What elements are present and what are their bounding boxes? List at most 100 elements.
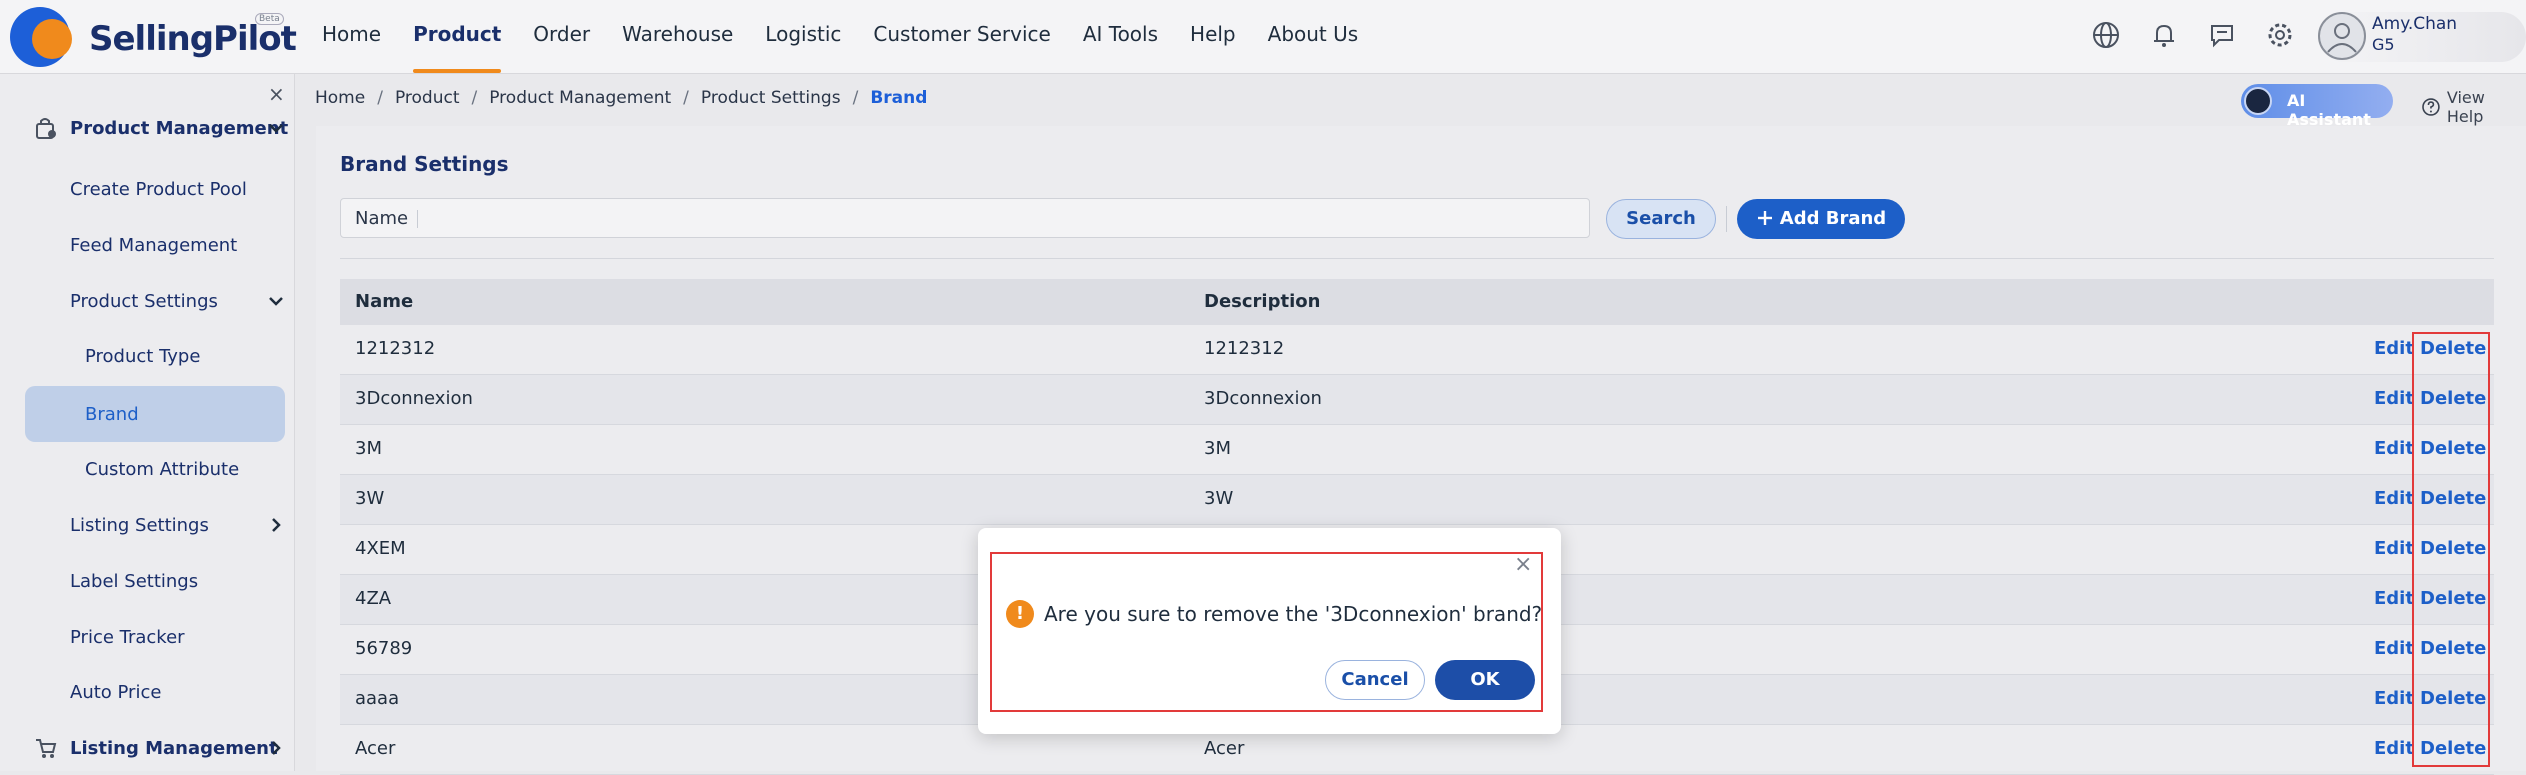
cell-description: 3W <box>1204 488 1234 509</box>
sidebar-item-custom-attribute[interactable]: Custom Attribute <box>0 445 294 493</box>
cart-icon <box>36 739 57 758</box>
sidebar-item-price-tracker[interactable]: Price Tracker <box>0 613 294 661</box>
ai-assistant-label: AI Assistant <box>2287 91 2371 129</box>
add-brand-button[interactable]: Add Brand <box>1737 199 1905 239</box>
sidebar-label: Feed Management <box>70 234 238 256</box>
breadcrumb-product-management[interactable]: Product Management <box>489 88 671 108</box>
cell-description: 3Dconnexion <box>1204 388 1322 409</box>
sidebar-label: Custom Attribute <box>85 458 240 480</box>
name-filter-input[interactable] <box>425 203 1579 235</box>
cell-name: 56789 <box>355 638 413 659</box>
user-menu[interactable]: Amy.Chan G5 <box>2318 12 2526 62</box>
breadcrumb-separator: / <box>471 88 478 108</box>
edit-link[interactable]: Edit <box>2374 488 2414 509</box>
edit-link[interactable]: Edit <box>2374 338 2414 359</box>
cell-name: 3M <box>355 438 382 459</box>
cancel-button[interactable]: Cancel <box>1325 660 1425 700</box>
nav-help[interactable]: Help <box>1174 0 1252 73</box>
nav-logistic[interactable]: Logistic <box>749 0 857 73</box>
chevron-down-icon <box>269 297 283 306</box>
delete-column-annotation <box>2412 332 2490 767</box>
sidebar-label: Price Tracker <box>70 626 185 648</box>
cell-name: 3Dconnexion <box>355 388 473 409</box>
add-brand-label: Add Brand <box>1779 208 1887 229</box>
warning-icon: ! <box>1006 600 1034 628</box>
close-icon[interactable]: × <box>1514 552 1532 577</box>
sidebar-label: Product Management <box>70 117 289 139</box>
sidebar-item-feed-management[interactable]: Feed Management <box>0 221 294 269</box>
edit-link[interactable]: Edit <box>2374 738 2414 759</box>
sidebar-item-auto-price[interactable]: Auto Price <box>0 668 294 716</box>
breadcrumb-product-settings[interactable]: Product Settings <box>701 88 841 108</box>
logo-wordmark: SellingPilot <box>89 19 297 59</box>
edit-link[interactable]: Edit <box>2374 538 2414 559</box>
table-header: Name Description <box>340 279 2494 325</box>
ai-assistant-button[interactable]: AI Assistant <box>2241 84 2393 129</box>
sidebar-item-listing-settings[interactable]: Listing Settings <box>0 501 294 549</box>
breadcrumb-separator: / <box>683 88 689 108</box>
page-title: Brand Settings <box>340 152 509 176</box>
message-icon[interactable] <box>2204 17 2240 53</box>
sidebar-label: Label Settings <box>70 570 199 592</box>
nav-about-us[interactable]: About Us <box>1252 0 1375 73</box>
sidebar-item-create-product-pool[interactable]: Create Product Pool <box>0 165 294 213</box>
table-row: 3M 3M Edit Delete <box>340 425 2494 475</box>
filter-divider <box>417 210 418 228</box>
chevron-down-icon <box>269 124 283 133</box>
sidebar-label: Brand <box>85 403 139 425</box>
breadcrumb-home[interactable]: Home <box>315 88 365 108</box>
ok-button[interactable]: OK <box>1435 660 1535 700</box>
nav-home[interactable]: Home <box>306 0 397 73</box>
cell-name: 1212312 <box>355 338 436 359</box>
edit-link[interactable]: Edit <box>2374 688 2414 709</box>
view-help-link[interactable]: View Help <box>2421 88 2526 126</box>
robot-icon <box>2244 87 2272 115</box>
user-name: Amy.Chan <box>2372 14 2458 34</box>
globe-icon[interactable] <box>2088 17 2124 53</box>
close-icon[interactable]: × <box>268 82 285 106</box>
sidebar-label: Listing Settings <box>70 514 209 536</box>
cell-name: 4ZA <box>355 588 392 609</box>
edit-link[interactable]: Edit <box>2374 638 2414 659</box>
gear-icon[interactable] <box>2262 17 2298 53</box>
chevron-right-icon <box>272 741 281 755</box>
question-icon <box>2422 98 2440 116</box>
breadcrumb-separator: / <box>377 88 383 108</box>
sidebar-item-listing-management[interactable]: Listing Management <box>0 724 294 772</box>
cell-name: aaaa <box>355 688 400 709</box>
sidebar-label: Product Type <box>85 345 201 367</box>
sidebar-item-label-settings[interactable]: Label Settings <box>0 557 294 605</box>
avatar <box>2318 12 2366 60</box>
beta-badge: Beta <box>255 13 284 25</box>
search-button[interactable]: Search <box>1606 199 1716 239</box>
toolbar-divider <box>1726 206 1727 232</box>
bell-icon[interactable] <box>2146 17 2182 53</box>
breadcrumb-brand: Brand <box>870 88 928 108</box>
nav-order[interactable]: Order <box>517 0 606 73</box>
user-group: G5 <box>2372 35 2395 54</box>
nav-warehouse[interactable]: Warehouse <box>606 0 749 73</box>
sidebar-item-product-type[interactable]: Product Type <box>0 332 294 380</box>
top-navigation-bar: SellingPilot Beta Home Product Order War… <box>0 0 2526 74</box>
name-filter-field[interactable]: Name <box>340 198 1590 238</box>
edit-link[interactable]: Edit <box>2374 588 2414 609</box>
sidebar-item-product-management[interactable]: Product Management <box>0 104 294 152</box>
cell-name: 4XEM <box>355 538 406 559</box>
table-row: 1212312 1212312 Edit Delete <box>340 325 2494 375</box>
sidebar-label: Create Product Pool <box>70 178 247 200</box>
edit-link[interactable]: Edit <box>2374 438 2414 459</box>
cell-name: 3W <box>355 488 385 509</box>
nav-customer-service[interactable]: Customer Service <box>857 0 1066 73</box>
sidebar-item-brand[interactable]: Brand <box>0 390 294 438</box>
nav-ai-tools[interactable]: AI Tools <box>1067 0 1174 73</box>
sidebar-label: Product Settings <box>70 290 218 312</box>
dialog-message: Are you sure to remove the '3Dconnexion'… <box>1044 602 1543 626</box>
nav-product[interactable]: Product <box>397 0 517 73</box>
breadcrumb-separator: / <box>852 88 859 108</box>
bag-icon <box>36 118 56 139</box>
edit-link[interactable]: Edit <box>2374 388 2414 409</box>
cell-description: 3M <box>1204 438 1231 459</box>
sellingpilot-logo[interactable]: SellingPilot Beta <box>10 7 297 67</box>
sidebar-item-product-settings[interactable]: Product Settings <box>0 277 294 325</box>
breadcrumb-product[interactable]: Product <box>395 88 460 108</box>
